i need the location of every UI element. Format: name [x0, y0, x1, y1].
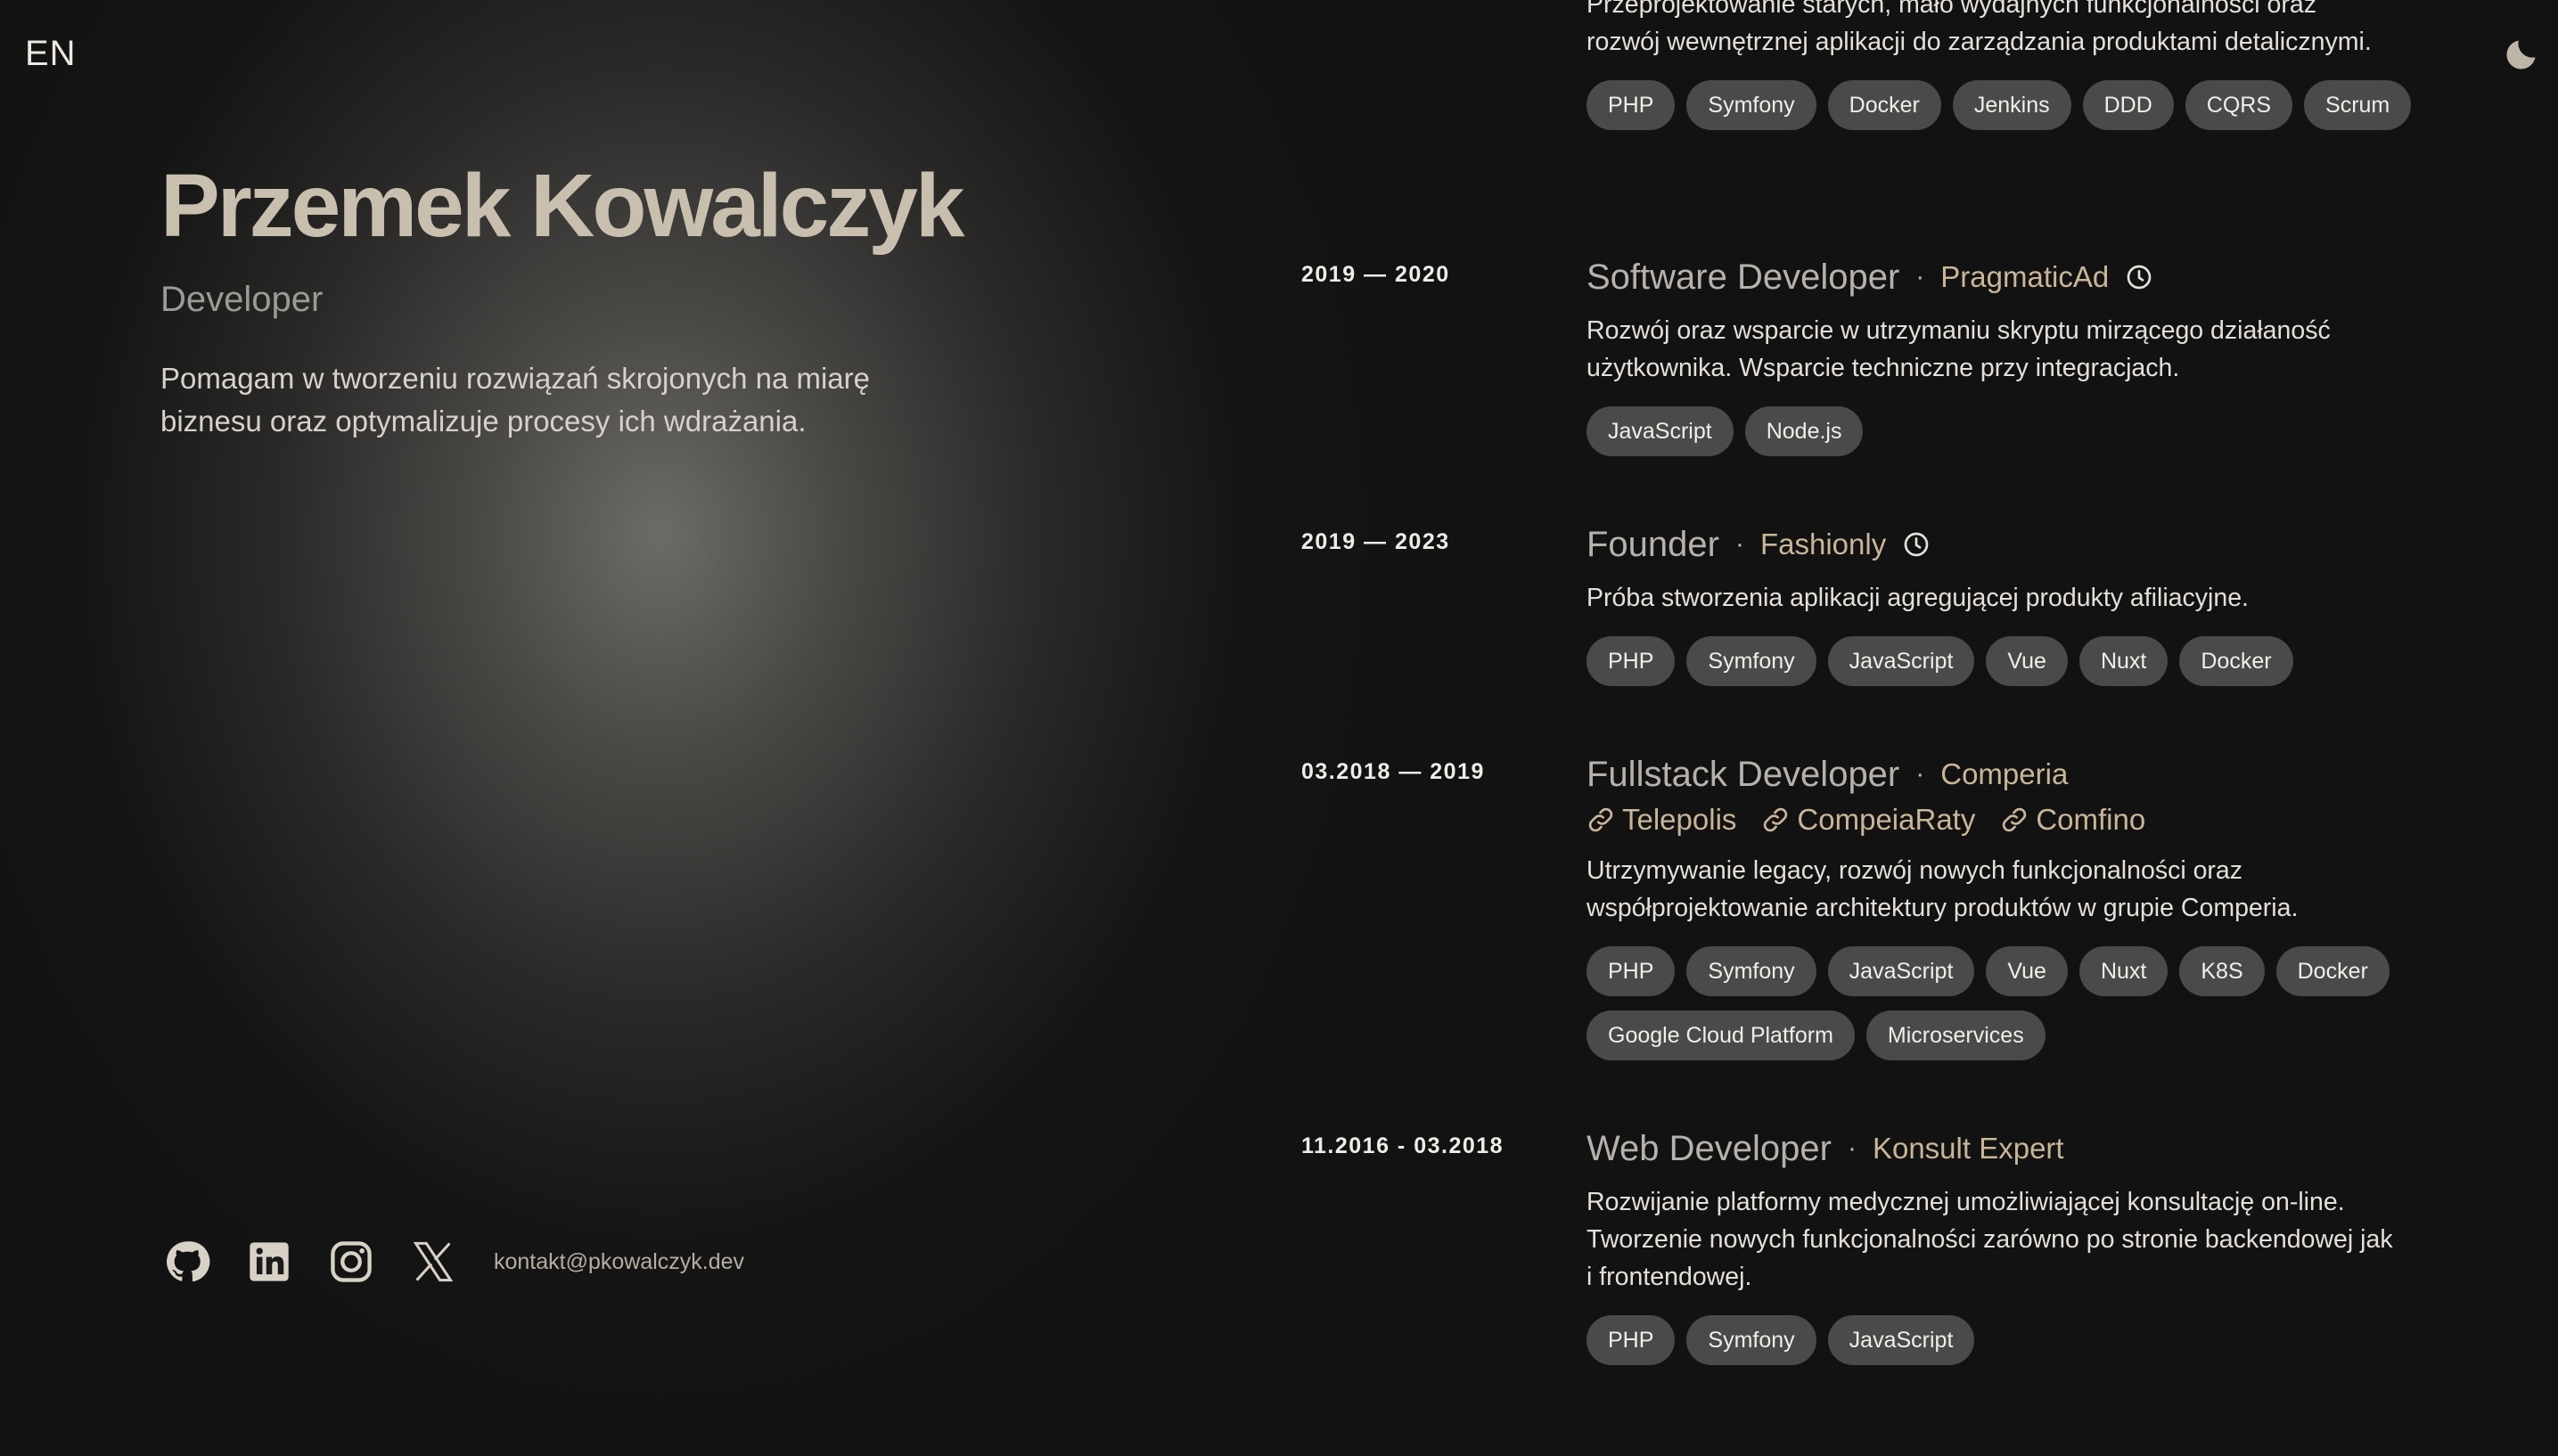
- tag: Node.js: [1744, 406, 1864, 456]
- hero-name: Przemek Kowalczyk: [160, 156, 965, 256]
- job-title-row: Software Developer · PragmaticAd: [1586, 255, 2478, 299]
- github-icon[interactable]: [164, 1239, 210, 1285]
- job-description-line: Rozwijanie platformy medycznej umożliwia…: [1586, 1188, 2345, 1216]
- job-description-line: Utrzymywanie legacy, rozwój nowych funkc…: [1586, 856, 2243, 885]
- link-icon: [2003, 807, 2027, 832]
- hero-description: Pomagam w tworzeniu rozwiązań skrojonych…: [160, 357, 927, 443]
- job-title: Founder: [1586, 524, 1719, 564]
- tag: Jenkins: [1952, 80, 2071, 130]
- company-link[interactable]: Comperia: [1940, 757, 2068, 791]
- job-description-line: Tworzenie nowych funkcjonalności zarówno…: [1586, 1225, 2393, 1254]
- job-description-line: rozwój wewnętrznej aplikacji do zarządza…: [1586, 28, 2372, 56]
- clock-icon[interactable]: [1902, 530, 1931, 559]
- tag: PHP: [1586, 80, 1676, 130]
- tag-list: PHP Symfony JavaScript Vue Nuxt K8S Dock…: [1586, 946, 2478, 1060]
- job-description-line: Przeprojektowanie starych, mało wydajnyc…: [1586, 0, 2316, 19]
- tag: Vue: [1986, 946, 2068, 996]
- email-link[interactable]: kontakt@pkowalczyk.dev: [494, 1249, 744, 1275]
- tag: PHP: [1586, 636, 1676, 686]
- hero-role: Developer: [160, 280, 324, 319]
- related-link-label: CompeiaRaty: [1797, 803, 1976, 836]
- tag: CQRS: [2185, 80, 2293, 130]
- tag: PHP: [1586, 1315, 1676, 1365]
- tag: K8S: [2179, 946, 2265, 996]
- related-link[interactable]: Comfino: [2000, 803, 2145, 837]
- job-date: 03.2018 — 2019: [1301, 759, 1485, 784]
- tag: Docker: [2275, 946, 2390, 996]
- tag: Symfony: [1686, 1315, 1816, 1365]
- job-title-row: Founder · Fashionly: [1586, 522, 2478, 567]
- tag: JavaScript: [1827, 1315, 1975, 1365]
- hero-description-line: Pomagam w tworzeniu rozwiązań skrojonych…: [160, 362, 870, 395]
- job-title: Fullstack Developer: [1586, 754, 1900, 794]
- job-description: Próba stworzenia aplikacji agregującej p…: [1586, 579, 2478, 617]
- job-title-row: Fullstack Developer · Comperia: [1586, 752, 2478, 797]
- tag: Microservices: [1865, 1010, 2046, 1060]
- job-description-line: i frontendowej.: [1586, 1263, 1752, 1291]
- tag: Symfony: [1686, 80, 1816, 130]
- related-link-label: Comfino: [2036, 803, 2146, 836]
- linkedin-icon[interactable]: [246, 1239, 292, 1285]
- separator-dot: ·: [1734, 529, 1744, 559]
- job-date: 11.2016 - 03.2018: [1301, 1133, 1504, 1158]
- tag: JavaScript: [1586, 406, 1734, 456]
- job-title: Software Developer: [1586, 257, 1900, 297]
- job-description-line: użytkownika. Wsparcie techniczne przy in…: [1586, 354, 2180, 382]
- tag-list: PHP Symfony JavaScript Vue Nuxt Docker: [1586, 636, 2478, 686]
- link-icon: [1588, 807, 1613, 832]
- job-description: Rozwijanie platformy medycznej umożliwia…: [1586, 1183, 2478, 1296]
- page: EN Przemek Kowalczyk Developer Pomagam w…: [0, 0, 2558, 1456]
- job-description-line: współprojektowanie architektury produktó…: [1586, 894, 2299, 922]
- tag: Symfony: [1686, 636, 1816, 686]
- social-links: kontakt@pkowalczyk.dev: [164, 1239, 744, 1285]
- job-title: Web Developer: [1586, 1128, 1832, 1168]
- separator-dot: ·: [1847, 1133, 1857, 1163]
- tag-list: PHP Symfony Docker Jenkins DDD CQRS Scru…: [1586, 80, 2478, 130]
- moon-icon[interactable]: [2501, 36, 2540, 75]
- tag: Docker: [2179, 636, 2293, 686]
- related-link[interactable]: Telepolis: [1586, 803, 1736, 837]
- tag: Google Cloud Platform: [1586, 1010, 1855, 1060]
- job-description: Utrzymywanie legacy, rozwój nowych funkc…: [1586, 852, 2478, 927]
- separator-dot: ·: [1915, 262, 1925, 291]
- language-switch[interactable]: EN: [25, 34, 77, 74]
- tag: JavaScript: [1827, 946, 1975, 996]
- tag: Nuxt: [2078, 636, 2169, 686]
- x-icon[interactable]: [410, 1239, 456, 1285]
- tag: Vue: [1986, 636, 2068, 686]
- related-link[interactable]: CompeiaRaty: [1761, 803, 1975, 837]
- related-link-label: Telepolis: [1622, 803, 1737, 836]
- tag: Nuxt: [2078, 946, 2169, 996]
- tag: Scrum: [2304, 80, 2412, 130]
- job-date: 2019 — 2023: [1301, 529, 1450, 554]
- job-description-line: Rozwój oraz wsparcie w utrzymaniu skrypt…: [1586, 316, 2331, 345]
- company-link[interactable]: PragmaticAd: [1940, 260, 2109, 294]
- separator-dot: ·: [1915, 759, 1925, 789]
- company-link[interactable]: Konsult Expert: [1873, 1132, 2064, 1166]
- tag: Docker: [1827, 80, 1941, 130]
- tag: Symfony: [1686, 946, 1816, 996]
- tag: PHP: [1586, 946, 1676, 996]
- related-links: Telepolis CompeiaRaty Comfino: [1586, 800, 2478, 839]
- tag-list: JavaScript Node.js: [1586, 406, 2478, 456]
- job-title-row: Web Developer · Konsult Expert: [1586, 1126, 2478, 1171]
- company-link[interactable]: Fashionly: [1760, 528, 1886, 561]
- tag: JavaScript: [1827, 636, 1975, 686]
- tag: DDD: [2082, 80, 2174, 130]
- tag-list: PHP Symfony JavaScript: [1586, 1315, 2478, 1365]
- instagram-icon[interactable]: [328, 1239, 374, 1285]
- clock-icon[interactable]: [2125, 263, 2153, 291]
- hero: Przemek Kowalczyk Developer Pomagam w tw…: [160, 156, 965, 443]
- job-date: 2019 — 2020: [1301, 262, 1450, 287]
- job-description-line: Próba stworzenia aplikacji agregującej p…: [1586, 584, 2249, 612]
- link-icon: [1764, 807, 1788, 832]
- hero-description-line: biznesu oraz optymalizuje procesy ich wd…: [160, 405, 807, 438]
- job-description: Rozwój oraz wsparcie w utrzymaniu skrypt…: [1586, 312, 2478, 387]
- job-description: Przeprojektowanie starych, mało wydajnyc…: [1586, 0, 2478, 61]
